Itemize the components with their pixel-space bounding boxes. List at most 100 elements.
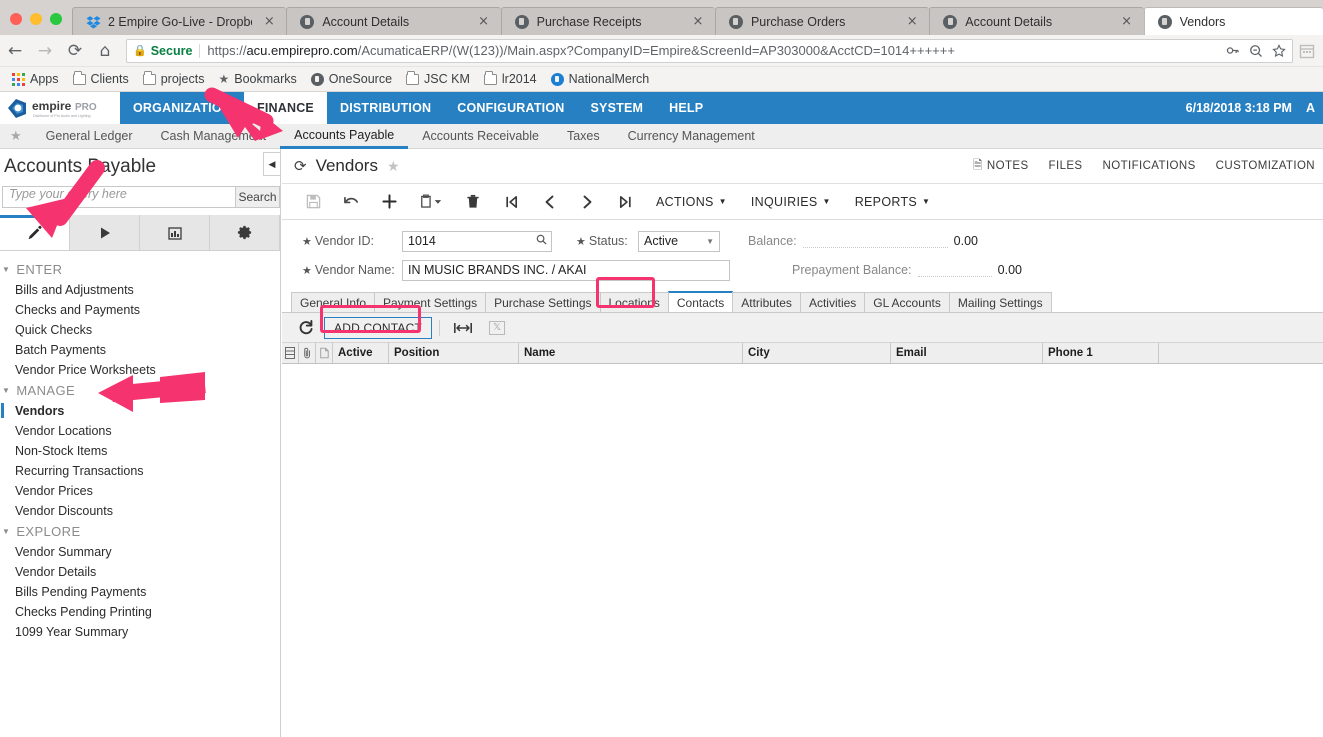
previous-record-icon[interactable] [530,184,568,220]
sidebar-group-manage[interactable]: ▼ MANAGE [0,380,280,401]
vendor-name-input[interactable]: IN MUSIC BRANDS INC. / AKAI [402,259,730,281]
empirepro-logo[interactable]: empire PRO Distributor of Pro Audio and … [0,92,120,124]
submenu-accounts-payable[interactable]: Accounts Payable [280,124,409,149]
browser-tab[interactable]: 2 Empire Go-Live - Dropbox × [72,7,287,35]
add-contact-button[interactable]: ADD CONTACT [324,316,432,339]
sidebar-item-quick-checks[interactable]: Quick Checks [0,320,280,340]
column-header-name[interactable]: Name [519,343,743,363]
submenu-taxes[interactable]: Taxes [553,124,614,149]
favorites-star-icon[interactable]: ★ [0,128,32,144]
close-tab-button[interactable]: × [475,14,493,29]
sidebar-tab-process[interactable] [70,215,140,250]
export-to-excel-icon[interactable]: 𝕏 [481,314,513,342]
note-column-icon[interactable] [316,343,333,363]
sidebar-group-enter[interactable]: ▼ ENTER [0,259,280,280]
vendor-id-input[interactable]: 1014 [402,230,552,252]
back-button[interactable]: ← [0,37,30,65]
last-record-icon[interactable] [606,184,644,220]
top-menu-organization[interactable]: ORGANIZATION [120,92,244,124]
forward-button[interactable]: → [30,37,60,65]
submenu-currency-management[interactable]: Currency Management [614,124,769,149]
bookmark-bookmarks[interactable]: ★ Bookmarks [213,70,303,88]
calendar-icon[interactable] [1299,43,1315,59]
files-link[interactable]: FILES [1049,160,1083,172]
home-button[interactable]: ⌂ [90,37,120,65]
fit-columns-icon[interactable] [447,314,479,342]
notifications-link[interactable]: NOTIFICATIONS [1103,160,1196,172]
close-tab-button[interactable]: × [260,14,278,29]
browser-tab-active[interactable]: Vendors [1143,7,1323,35]
bookmark-apps[interactable]: Apps [6,70,65,88]
sidebar-tab-configuration[interactable] [210,215,280,250]
browser-tab[interactable]: Purchase Orders × [714,7,930,35]
notes-link[interactable]: 🗎 NOTES [973,156,1029,177]
status-select[interactable]: Active ▼ [638,230,720,252]
sidebar-item-batch-payments[interactable]: Batch Payments [0,340,280,360]
column-header-active[interactable]: Active [333,343,389,363]
submenu-accounts-receivable[interactable]: Accounts Receivable [408,124,553,149]
copy-paste-icon[interactable] [408,184,454,220]
top-menu-distribution[interactable]: DISTRIBUTION [327,92,444,124]
first-record-icon[interactable] [492,184,530,220]
sidebar-item-recurring-transactions[interactable]: Recurring Transactions [0,461,280,481]
tab-gl-accounts[interactable]: GL Accounts [864,292,950,312]
sidebar-item-bills-and-adjustments[interactable]: Bills and Adjustments [0,280,280,300]
key-icon[interactable] [1225,44,1240,57]
sidebar-item-vendor-discounts[interactable]: Vendor Discounts [0,501,280,521]
star-icon[interactable] [1272,43,1286,58]
actions-menu[interactable]: ACTIONS ▼ [644,184,739,220]
top-menu-configuration[interactable]: CONFIGURATION [444,92,577,124]
sidebar-item-non-stock-items[interactable]: Non-Stock Items [0,441,280,461]
sidebar-item-vendor-price-worksheets[interactable]: Vendor Price Worksheets [0,360,280,380]
tab-locations[interactable]: Locations [599,292,669,312]
close-window-button[interactable] [10,13,22,25]
sidebar-item-vendor-summary[interactable]: Vendor Summary [0,542,280,562]
contacts-grid-body[interactable] [282,364,1323,737]
top-menu-system[interactable]: SYSTEM [578,92,657,124]
column-header-city[interactable]: City [743,343,891,363]
submenu-general-ledger[interactable]: General Ledger [32,124,147,149]
tab-attributes[interactable]: Attributes [732,292,801,312]
delete-icon[interactable] [454,184,492,220]
column-header-email[interactable]: Email [891,343,1043,363]
bookmark-jsc-km[interactable]: JSC KM [400,70,476,88]
bookmark-onesource[interactable]: OneSource [305,70,398,88]
customization-link[interactable]: CUSTOMIZATION [1216,160,1315,172]
bookmark-lr2014[interactable]: lr2014 [478,70,543,88]
reload-button[interactable]: ⟳ [60,37,90,65]
close-tab-button[interactable]: × [689,14,707,29]
inquiries-menu[interactable]: INQUIRIES ▼ [739,184,843,220]
tab-purchase-settings[interactable]: Purchase Settings [485,292,601,312]
maximize-window-button[interactable] [50,13,62,25]
close-tab-button[interactable]: × [903,14,921,29]
sidebar-item-vendors[interactable]: Vendors [0,401,280,421]
user-menu[interactable]: A [1306,101,1315,115]
search-icon[interactable] [536,234,547,248]
column-header-position[interactable]: Position [389,343,519,363]
sidebar-tab-enter[interactable] [0,215,70,250]
undo-icon[interactable] [332,184,370,220]
sidebar-collapse-button[interactable]: ◀ [263,152,281,176]
sidebar-item-vendor-locations[interactable]: Vendor Locations [0,421,280,441]
sidebar-item-checks-and-payments[interactable]: Checks and Payments [0,300,280,320]
sidebar-tab-reports[interactable] [140,215,210,250]
next-record-icon[interactable] [568,184,606,220]
sidebar-item-1099-year-summary[interactable]: 1099 Year Summary [0,622,280,642]
tab-activities[interactable]: Activities [799,292,866,312]
column-header-phone1[interactable]: Phone 1 [1043,343,1159,363]
bookmark-projects[interactable]: projects [137,70,211,88]
add-icon[interactable] [370,184,408,220]
attachment-icon[interactable] [299,343,316,363]
tab-payment-settings[interactable]: Payment Settings [374,292,487,312]
search-input[interactable]: Type your query here [2,186,236,208]
favorite-star-icon[interactable]: ★ [387,158,400,175]
browser-tab[interactable]: Account Details × [286,7,501,35]
minimize-window-button[interactable] [30,13,42,25]
sidebar-item-vendor-prices[interactable]: Vendor Prices [0,481,280,501]
tab-mailing-settings[interactable]: Mailing Settings [948,292,1052,312]
reports-menu[interactable]: REPORTS ▼ [843,184,943,220]
zoom-out-icon[interactable] [1249,44,1263,58]
browser-tab[interactable]: Purchase Receipts × [500,7,715,35]
address-bar[interactable]: 🔒 Secure https://acu.empirepro.com/Acuma… [126,38,1293,63]
search-button[interactable]: Search [236,186,280,208]
